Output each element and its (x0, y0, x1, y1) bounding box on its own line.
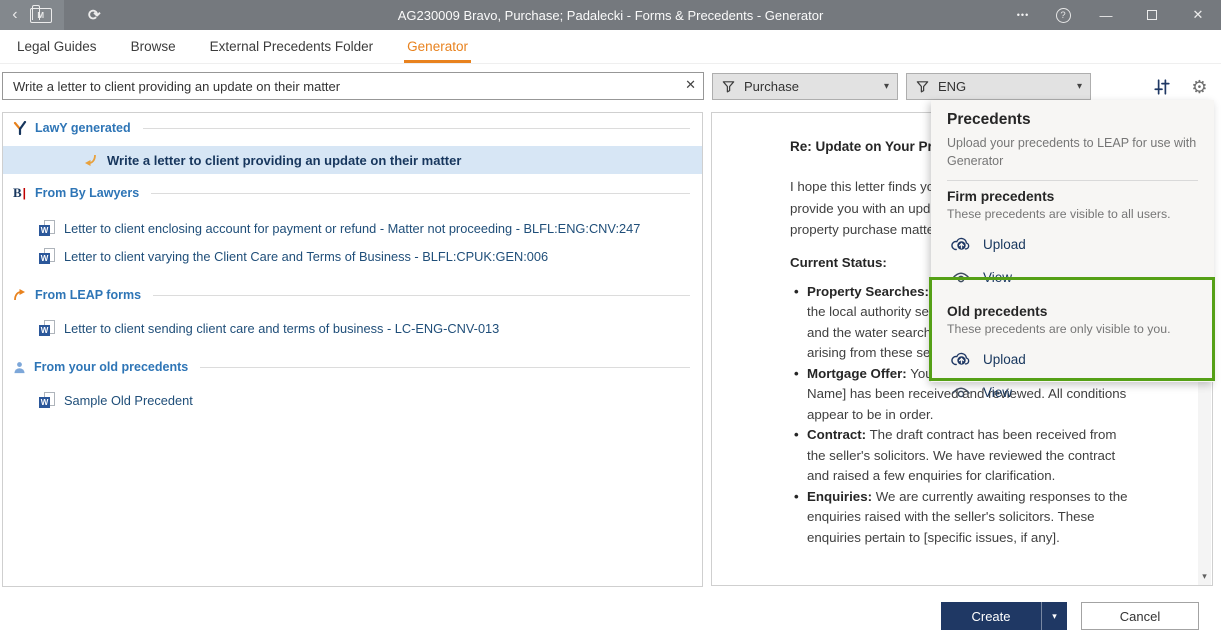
firm-upload-button[interactable]: Upload (951, 234, 1198, 254)
menu-divider (947, 180, 1198, 181)
section-rule (200, 366, 690, 368)
section-label: From your old precedents (34, 360, 189, 374)
firm-view-button[interactable]: View (951, 267, 1198, 287)
list-item-label: Write a letter to client providing an up… (107, 152, 462, 168)
chevron-down-icon: ▾ (883, 81, 889, 92)
section-from-your-old-precedents: From your old precedents (3, 358, 702, 376)
menu-group-firm-precedents: Firm precedents These precedents are vis… (947, 189, 1198, 287)
eye-icon (952, 387, 970, 397)
section-label: LawY generated (35, 121, 131, 135)
group-title: Firm precedents (947, 189, 1055, 204)
close-button[interactable]: ✕ (1175, 0, 1221, 30)
list-item[interactable]: W Sample Old Precedent (3, 386, 702, 414)
list-item-label: Letter to client sending client care and… (64, 320, 500, 336)
matter-folder-icon[interactable]: M (29, 4, 52, 23)
word-document-icon: W (39, 219, 55, 237)
cloud-upload-icon (951, 352, 970, 366)
scroll-down-icon[interactable]: ▾ (1198, 571, 1211, 582)
person-icon (14, 361, 25, 373)
old-view-button[interactable]: View (951, 382, 1198, 402)
search-input[interactable] (2, 72, 704, 100)
action-label: Upload (983, 351, 1026, 367)
word-document-icon: W (39, 319, 55, 337)
section-lawy-generated: LawY generated (3, 119, 702, 137)
section-rule (142, 127, 690, 129)
funnel-icon (915, 79, 930, 94)
clear-search-icon[interactable]: ✕ (685, 78, 696, 91)
word-document-icon: W (39, 391, 55, 409)
tab-browse[interactable]: Browse (128, 31, 179, 63)
create-split-button: Create ▾ (941, 602, 1067, 630)
list-item-label: Letter to client enclosing account for p… (64, 220, 641, 236)
section-from-leap-forms: From LEAP forms (3, 286, 702, 304)
bullet-label: Mortgage Offer: (807, 365, 907, 381)
help-icon[interactable]: ? (1043, 7, 1083, 23)
precedents-menu: Precedents Upload your precedents to LEA… (931, 100, 1214, 400)
bullet-label: Enquiries: (807, 488, 873, 504)
more-options-icon[interactable]: ••• (1003, 10, 1043, 20)
create-dropdown-arrow[interactable]: ▾ (1041, 602, 1067, 630)
cloud-upload-icon (951, 237, 970, 251)
create-button[interactable]: Create (941, 602, 1041, 630)
menu-title: Precedents (947, 111, 1031, 128)
list-item-label: Letter to client varying the Client Care… (64, 248, 549, 264)
cancel-button[interactable]: Cancel (1081, 602, 1199, 630)
titlebar-left-group: ‹ M (0, 0, 64, 30)
gear-icon[interactable]: ⚙ (1189, 76, 1210, 97)
maximize-button[interactable] (1129, 0, 1175, 30)
group-title: Old precedents (947, 304, 1048, 319)
section-rule (153, 294, 690, 296)
action-label: Upload (983, 236, 1026, 252)
tab-generator[interactable]: Generator (404, 31, 471, 63)
bullet-label: Contract: (807, 427, 867, 442)
matter-type-filter-value: Purchase (744, 79, 799, 94)
minimize-button[interactable]: — (1083, 0, 1129, 30)
list-item[interactable]: W Letter to client enclosing account for… (3, 214, 702, 242)
word-document-icon: W (39, 247, 55, 265)
section-rule (151, 192, 690, 194)
filter-settings-icon[interactable] (1151, 76, 1172, 97)
maximize-glyph (1147, 10, 1157, 20)
generated-arrow-icon (85, 154, 96, 166)
results-panel: LawY generated Write a letter to client … (2, 112, 703, 587)
section-label: From LEAP forms (35, 288, 142, 302)
leap-forms-arrow-icon (14, 289, 25, 301)
group-description: These precedents are visible to all user… (947, 207, 1171, 221)
bullet-label: Property Searches: (807, 283, 929, 299)
section-label: From By Lawyers (35, 186, 140, 200)
tab-external-precedents-folder[interactable]: External Precedents Folder (207, 31, 377, 63)
section-from-by-lawyers: B | From By Lawyers (3, 184, 702, 202)
group-description: These precedents are only visible to you… (947, 322, 1171, 336)
funnel-icon (721, 79, 736, 94)
letter-bullet: Enquiries: We are currently awaiting res… (794, 487, 1132, 549)
eye-icon (952, 272, 970, 282)
back-button[interactable]: ‹ (12, 7, 17, 23)
list-item[interactable]: W Letter to client varying the Client Ca… (3, 242, 702, 270)
search-box: ✕ (2, 72, 704, 100)
list-item[interactable]: W Letter to client sending client care a… (3, 314, 702, 342)
help-glyph: ? (1055, 7, 1071, 23)
refresh-icon[interactable]: ⟳ (88, 6, 101, 24)
menu-description: Upload your precedents to LEAP for use w… (947, 136, 1197, 168)
tab-bar: Legal Guides Browse External Precedents … (0, 30, 1221, 64)
by-lawyers-logo-icon: B | (13, 185, 27, 200)
menu-group-old-precedents: Old precedents These precedents are only… (947, 304, 1198, 402)
list-item-selected[interactable]: Write a letter to client providing an up… (3, 146, 702, 174)
chevron-down-icon: ▾ (1076, 81, 1082, 92)
region-filter-value: ENG (938, 79, 967, 94)
title-bar: ‹ M ⟳ AG230009 Bravo, Purchase; Padaleck… (0, 0, 1221, 30)
region-filter-dropdown[interactable]: ENG ▾ (906, 73, 1091, 100)
lawy-logo-icon (13, 121, 27, 135)
action-label: View (983, 384, 1013, 400)
action-label: View (983, 269, 1013, 285)
folder-tab (31, 4, 40, 20)
matter-type-filter-dropdown[interactable]: Purchase ▾ (712, 73, 898, 100)
old-upload-button[interactable]: Upload (951, 349, 1198, 369)
letter-bullet: Contract: The draft contract has been re… (794, 425, 1132, 487)
tab-legal-guides[interactable]: Legal Guides (14, 31, 100, 63)
list-item-label: Sample Old Precedent (64, 392, 193, 408)
titlebar-controls: ••• ? — ✕ (1003, 0, 1221, 30)
